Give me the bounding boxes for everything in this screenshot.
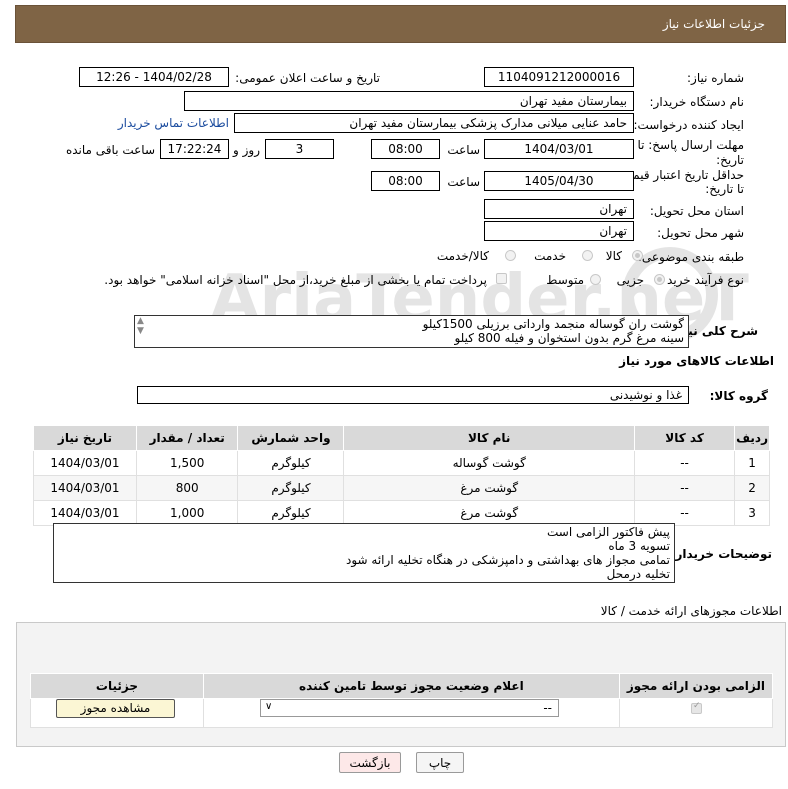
- goods-section-title: اطلاعات کالاهای مورد نیاز: [619, 354, 774, 368]
- cell-name: گوشت مرغ: [343, 475, 635, 501]
- summary-line-1: گوشت ران گوساله منجمد وارداتی برزیلی 150…: [422, 317, 684, 331]
- col-name: نام کالا: [343, 425, 635, 451]
- cell-date: 1404/03/01: [33, 500, 137, 526]
- requester-field: حامد عنایی میلانی مدارک پزشکی بیمارستان …: [234, 113, 634, 133]
- table-row: 2 -- گوشت مرغ کیلوگرم 800 1404/03/01: [33, 475, 770, 501]
- table-row: 3 -- گوشت مرغ کیلوگرم 1,000 1404/03/01: [33, 500, 770, 526]
- remaining-label: ساعت باقی مانده: [65, 143, 155, 157]
- cell-code: --: [633, 475, 736, 501]
- cell-name: گوشت گوساله: [343, 450, 635, 476]
- goods-group-label: گروه کالا:: [709, 389, 768, 403]
- category-radio-both[interactable]: [505, 250, 516, 261]
- cell-code: --: [633, 450, 736, 476]
- remaining-days-field: 3: [265, 139, 334, 159]
- need-number-field: 1104091212000016: [484, 67, 634, 87]
- validity-time-label: ساعت: [447, 175, 480, 189]
- buyer-contact-link[interactable]: اطلاعات تماس خریدار: [118, 116, 229, 130]
- need-number-label: شماره نیاز:: [687, 71, 744, 85]
- days-label: روز و: [233, 143, 260, 157]
- cell-row: 1: [734, 450, 770, 476]
- cell-name: گوشت مرغ: [343, 500, 635, 526]
- col-code: کد کالا: [633, 425, 736, 451]
- chevron-down-icon: ∨: [265, 701, 273, 712]
- col-qty: تعداد / مقدار: [135, 425, 239, 451]
- permit-status-value: --: [543, 701, 552, 715]
- validity-label: حداقل تاریخ اعتبار قیمت:: [617, 168, 744, 182]
- col-permit-required: الزامی بودن ارائه مجوز: [618, 673, 774, 699]
- category-option-both: کالا/خدمت: [436, 249, 489, 263]
- deadline-label-date: تاریخ:: [716, 153, 744, 167]
- announce-label: تاریخ و ساعت اعلان عمومی:: [235, 71, 380, 85]
- buyer-notes-label: توضیحات خریدار:: [670, 547, 772, 561]
- col-permit-status: اعلام وضعیت مجوز توسط تامین کننده: [202, 673, 620, 699]
- cell-date: 1404/03/01: [33, 475, 137, 501]
- cell-unit: کیلوگرم: [237, 500, 345, 526]
- province-field: تهران: [484, 199, 634, 219]
- permits-title: اطلاعات مجوزهای ارائه خدمت / کالا: [600, 604, 782, 618]
- permit-status-select[interactable]: -- ∨: [260, 699, 559, 717]
- buyer-note-line-2: تسویه 3 ماه: [608, 539, 670, 553]
- cell-code: --: [633, 500, 736, 526]
- cell-qty: 1,500: [135, 450, 239, 476]
- cell-unit: کیلوگرم: [237, 475, 345, 501]
- summary-textarea[interactable]: گوشت ران گوساله منجمد وارداتی برزیلی 150…: [134, 315, 689, 348]
- view-permit-button[interactable]: مشاهده مجوز: [56, 699, 175, 718]
- goods-table: ردیف کد کالا نام کالا واحد شمارش تعداد /…: [33, 425, 770, 526]
- page-title: جزئیات اطلاعات نیاز: [662, 17, 765, 31]
- process-option-minor: جزیی: [616, 273, 644, 287]
- category-option-goods: کالا: [605, 249, 622, 263]
- scroll-arrows-icon: ▲ ▼: [137, 316, 144, 336]
- buyer-note-line-4: تخلیه درمحل: [606, 567, 670, 581]
- deadline-time-field: 08:00: [371, 139, 440, 159]
- buyer-org-field: بیمارستان مفید تهران: [184, 91, 634, 111]
- buyer-org-label: نام دستگاه خریدار:: [649, 95, 745, 109]
- col-permit-details: جزئیات: [30, 673, 204, 699]
- deadline-label: مهلت ارسال پاسخ: تا: [637, 138, 744, 152]
- process-radio-minor[interactable]: [654, 274, 665, 285]
- cell-unit: کیلوگرم: [237, 450, 345, 476]
- process-label: نوع فرآیند خرید :: [659, 273, 744, 287]
- deadline-date-field: 1404/03/01: [484, 139, 634, 159]
- category-radio-service[interactable]: [582, 250, 593, 261]
- city-field: تهران: [484, 221, 634, 241]
- treasury-payment-checkbox[interactable]: [496, 273, 507, 284]
- validity-date-field: 1405/04/30: [484, 171, 634, 191]
- cell-qty: 1,000: [135, 500, 239, 526]
- validity-time-field: 08:00: [371, 171, 440, 191]
- process-option-medium: متوسط: [546, 273, 584, 287]
- cell-qty: 800: [135, 475, 239, 501]
- col-row: ردیف: [734, 425, 770, 451]
- treasury-payment-note: پرداخت تمام یا بخشی از مبلغ خرید،از محل …: [104, 273, 487, 287]
- category-option-service: خدمت: [534, 249, 566, 263]
- deadline-time-label: ساعت: [447, 143, 480, 157]
- category-radio-goods[interactable]: [632, 250, 643, 261]
- page-header: جزئیات اطلاعات نیاز: [15, 5, 786, 43]
- summary-line-2: سینه مرغ گرم بدون استخوان و فیله 800 کیل…: [454, 331, 684, 345]
- print-button[interactable]: چاپ: [416, 752, 464, 773]
- cell-row: 2: [734, 475, 770, 501]
- table-row: 1 -- گوشت گوساله کیلوگرم 1,500 1404/03/0…: [33, 450, 770, 476]
- buyer-note-line-3: تمامی مجواز های بهداشتی و دامپزشکی در هن…: [346, 553, 670, 567]
- col-unit: واحد شمارش: [237, 425, 345, 451]
- announce-field: 1404/02/28 - 12:26: [79, 67, 229, 87]
- cell-date: 1404/03/01: [33, 450, 137, 476]
- col-date: تاریخ نیاز: [33, 425, 137, 451]
- city-label: شهر محل تحویل:: [657, 226, 744, 240]
- buyer-note-line-1: پیش فاکتور الزامی است: [547, 525, 670, 539]
- permit-required-checkbox: ✓: [691, 701, 702, 714]
- cell-row: 3: [734, 500, 770, 526]
- back-button[interactable]: بازگشت: [339, 752, 401, 773]
- goods-group-field: غذا و نوشیدنی: [137, 386, 689, 404]
- requester-label: ایجاد کننده درخواست:: [633, 118, 744, 132]
- process-radio-medium[interactable]: [590, 274, 601, 285]
- check-icon: ✓: [693, 701, 701, 711]
- category-label: طبقه بندی موضوعی:: [637, 250, 744, 264]
- validity-label-date: تا تاریخ:: [705, 182, 744, 196]
- remaining-time-field: 17:22:24: [160, 139, 229, 159]
- buyer-notes-textarea[interactable]: پیش فاکتور الزامی است تسویه 3 ماه تمامی …: [53, 523, 675, 583]
- province-label: استان محل تحویل:: [649, 204, 744, 218]
